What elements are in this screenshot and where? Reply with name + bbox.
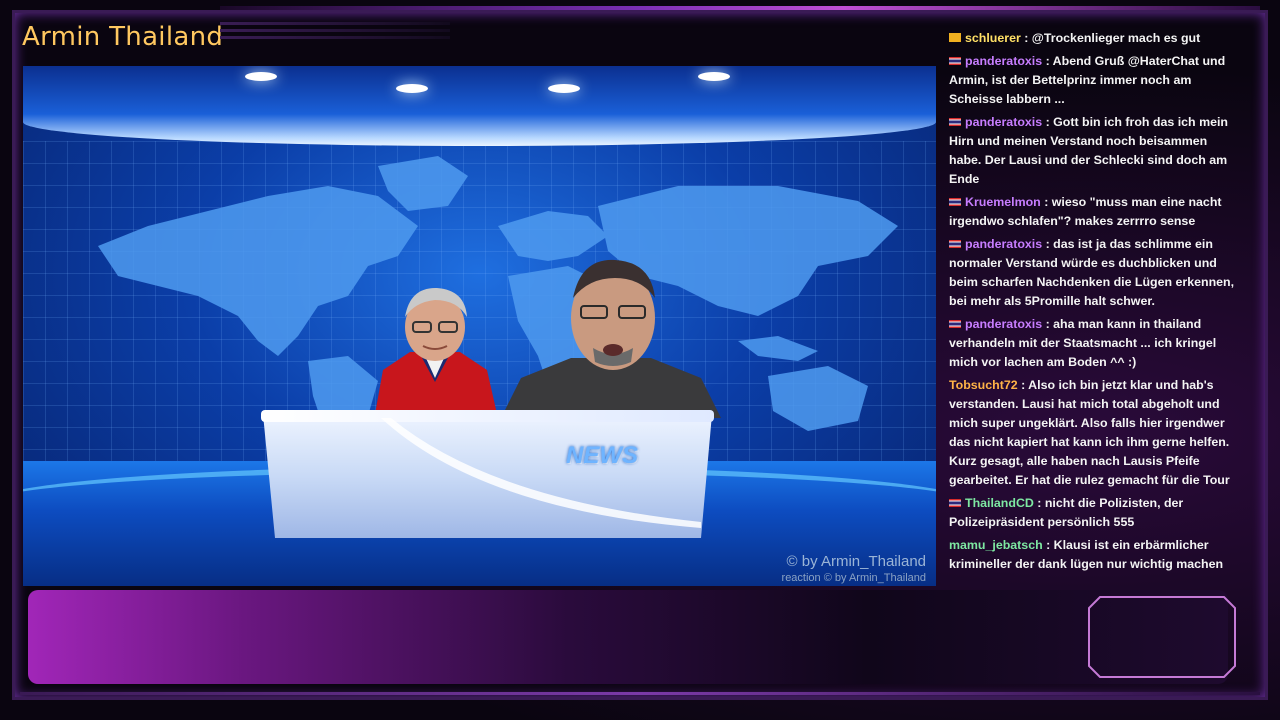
video-player[interactable]: NEWS © by Armin_Thailand reaction © by A…	[23, 66, 936, 586]
webcam-frame	[1088, 596, 1236, 678]
chat-username[interactable]: ThailandCD	[965, 496, 1034, 510]
top-glow-bar	[220, 6, 1260, 10]
desk-news-label: NEWS	[566, 442, 638, 469]
chat-message: schluerer : @Trockenlieger mach es gut	[940, 28, 1246, 51]
chat-username[interactable]: Kruemelmon	[965, 195, 1041, 209]
chat-message: ThailandCD : nicht die Polizisten, der P…	[940, 493, 1246, 535]
subscriber-badge-icon	[949, 33, 961, 42]
chat-username[interactable]: panderatoxis	[965, 317, 1042, 331]
chat-username[interactable]: Tobsucht72	[949, 378, 1018, 392]
chat-username[interactable]: panderatoxis	[965, 54, 1042, 68]
stream-title: Armin Thailand	[22, 22, 224, 52]
thailand-flag-icon	[949, 320, 961, 328]
ceiling-light	[548, 84, 580, 93]
thailand-flag-icon	[949, 198, 961, 206]
chat-message: mamu_jebatsch : Klausi ist ein erbärmlic…	[940, 535, 1246, 578]
chat-text: : Also ich bin jetzt klar und hab's vers…	[949, 378, 1230, 487]
bottom-banner	[28, 590, 1228, 684]
chat-username[interactable]: panderatoxis	[965, 237, 1042, 251]
thailand-flag-icon	[949, 499, 961, 507]
title-decoration	[220, 22, 450, 42]
chat-username[interactable]: mamu_jebatsch	[949, 538, 1043, 552]
watermark: © by Armin_Thailand	[786, 553, 926, 570]
chat-text: : @Trockenlieger mach es gut	[1020, 31, 1201, 45]
studio-ceiling	[23, 66, 936, 146]
chat-message: panderatoxis : Gott bin ich froh das ich…	[940, 112, 1246, 192]
ceiling-light	[245, 72, 277, 81]
chat-message: panderatoxis : aha man kann in thailand …	[940, 314, 1246, 375]
chat-panel[interactable]: schluerer : @Trockenlieger mach es gut pa…	[940, 28, 1246, 578]
news-desk	[261, 410, 714, 538]
thailand-flag-icon	[949, 57, 961, 65]
chat-username[interactable]: panderatoxis	[965, 115, 1042, 129]
ceiling-light	[698, 72, 730, 81]
chat-username[interactable]: schluerer	[965, 31, 1021, 45]
ceiling-light	[396, 84, 428, 93]
host-right	[501, 259, 721, 418]
chat-message: Kruemelmon : wieso "muss man eine nacht …	[940, 192, 1246, 234]
watermark-reaction: reaction © by Armin_Thailand	[781, 572, 926, 584]
chat-message: panderatoxis : Abend Gruß @HaterChat und…	[940, 51, 1246, 112]
chat-message: Tobsucht72 : Also ich bin jetzt klar und…	[940, 375, 1246, 493]
chat-message: panderatoxis : das ist ja das schlimme e…	[940, 234, 1246, 314]
bottom-glow-bar	[20, 692, 1260, 695]
host-left	[375, 287, 497, 414]
thailand-flag-icon	[949, 118, 961, 126]
thailand-flag-icon	[949, 240, 961, 248]
